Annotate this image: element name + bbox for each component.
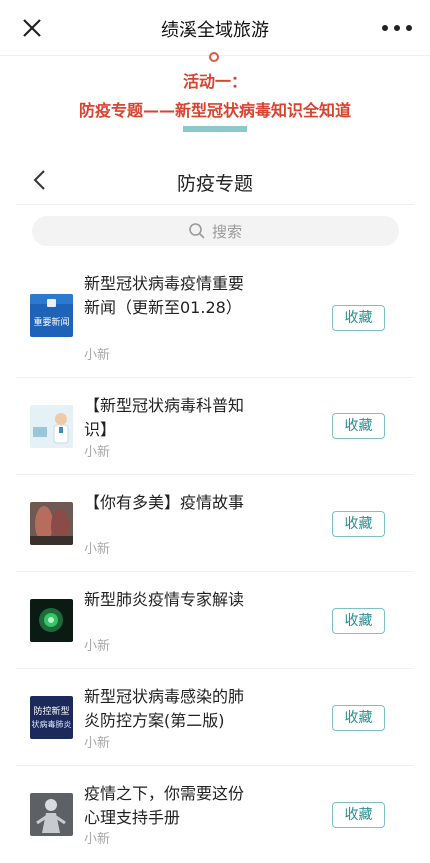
list-item[interactable]: 新型肺炎疫情专家解读 小新 收藏 bbox=[16, 572, 414, 669]
more-icon[interactable] bbox=[382, 16, 412, 40]
app-title: 绩溪全域旅游 bbox=[161, 20, 269, 41]
item-source: 小新 bbox=[84, 445, 111, 460]
list-item[interactable]: 防控新型 状病毒肺炎 新型冠状病毒感染的肺炎防控方案(第二版) 小新 收藏 bbox=[16, 669, 414, 766]
topic-nav-bar: 防疫专题 bbox=[16, 157, 414, 205]
item-title: 新型肺炎疫情专家解读 bbox=[84, 590, 245, 609]
item-source: 小新 bbox=[84, 542, 111, 557]
more-dot bbox=[382, 25, 388, 31]
list-item[interactable]: 【你有多美】疫情故事 小新 收藏 bbox=[16, 475, 414, 572]
thumb-label: 重要新闻 bbox=[33, 316, 69, 328]
item-title: 新型冠状病毒感染的肺炎防控方案(第二版) bbox=[84, 687, 245, 730]
item-title: 疫情之下，你需要这份心理支持手册 bbox=[84, 784, 245, 827]
search-icon bbox=[189, 223, 205, 239]
list-item[interactable]: 【新型冠状病毒科普知识】 小新 收藏 bbox=[16, 378, 414, 475]
thumb-label: 状病毒肺炎 bbox=[32, 719, 72, 729]
favorite-button[interactable]: 收藏 bbox=[332, 802, 385, 828]
item-title: 【新型冠状病毒科普知识】 bbox=[84, 396, 245, 439]
thumbnail-image: 重要新闻 bbox=[30, 294, 73, 337]
banner-line1: 活动一： bbox=[182, 72, 247, 91]
favorite-button[interactable]: 收藏 bbox=[332, 305, 385, 331]
favorite-button[interactable]: 收藏 bbox=[332, 413, 385, 439]
item-source: 小新 bbox=[84, 348, 111, 363]
activity-banner: 活动一： 防疫专题——新型冠状病毒知识全知道 bbox=[0, 52, 430, 132]
list-item[interactable]: 重要新闻 新型冠状病毒疫情重要新闻（更新至01.28） 小新 收藏 bbox=[16, 258, 414, 378]
item-source: 小新 bbox=[84, 832, 111, 847]
item-title: 新型冠状病毒疫情重要新闻（更新至01.28） bbox=[84, 274, 245, 317]
favorite-button[interactable]: 收藏 bbox=[332, 705, 385, 731]
item-title: 【你有多美】疫情故事 bbox=[84, 493, 245, 512]
more-dot bbox=[406, 25, 412, 31]
favorite-button[interactable]: 收藏 bbox=[332, 608, 385, 634]
thumbnail-image: 防控新型 状病毒肺炎 bbox=[30, 696, 73, 739]
search-placeholder: 搜索 bbox=[212, 223, 243, 241]
thumbnail-image bbox=[30, 405, 73, 448]
top-bar: 绩溪全域旅游 bbox=[0, 0, 430, 56]
thumbnail-image bbox=[30, 502, 73, 545]
thumb-label: 防控新型 bbox=[33, 705, 69, 717]
item-source: 小新 bbox=[84, 736, 111, 751]
search-input[interactable]: 搜索 bbox=[32, 216, 399, 246]
thumbnail-image bbox=[30, 599, 73, 642]
banner-line2: 防疫专题——新型冠状病毒知识全知道 bbox=[78, 101, 351, 120]
more-dot bbox=[394, 25, 400, 31]
list-item[interactable]: 疫情之下，你需要这份心理支持手册 小新 收藏 bbox=[16, 766, 414, 863]
page-title: 防疫专题 bbox=[176, 173, 253, 195]
favorite-button[interactable]: 收藏 bbox=[332, 511, 385, 537]
thumbnail-image bbox=[30, 793, 73, 836]
item-source: 小新 bbox=[84, 639, 111, 654]
ring-decoration bbox=[209, 52, 219, 62]
banner-underline bbox=[183, 126, 247, 132]
article-list: 重要新闻 新型冠状病毒疫情重要新闻（更新至01.28） 小新 收藏 【新型冠状病… bbox=[16, 258, 414, 863]
